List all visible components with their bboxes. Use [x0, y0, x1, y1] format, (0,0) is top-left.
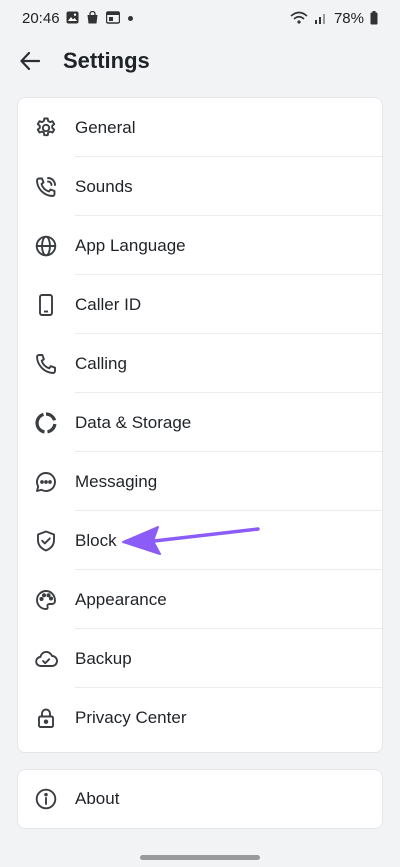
- settings-list: General Sounds App Language Caller ID Ca…: [17, 97, 383, 753]
- status-right: 78%: [290, 10, 378, 27]
- arrow-left-icon: [20, 52, 40, 70]
- cloud-check-icon: [33, 646, 59, 672]
- status-bar: 20:46 78%: [0, 0, 400, 36]
- settings-item-label: App Language: [75, 235, 186, 255]
- settings-item-sounds[interactable]: Sounds: [18, 157, 382, 216]
- settings-item-backup[interactable]: Backup: [18, 629, 382, 688]
- home-indicator[interactable]: [140, 855, 260, 860]
- page-title: Settings: [63, 48, 150, 73]
- phone-icon: [33, 351, 59, 377]
- gallery-icon: [66, 11, 80, 25]
- mobile-phone-icon: [33, 292, 59, 318]
- settings-item-general[interactable]: General: [18, 98, 382, 157]
- info-icon: [33, 786, 59, 812]
- lock-icon: [33, 705, 59, 731]
- media-icon: [105, 11, 120, 25]
- settings-item-appearance[interactable]: Appearance: [18, 570, 382, 629]
- settings-item-label: Backup: [75, 648, 132, 668]
- settings-item-privacy-center[interactable]: Privacy Center: [18, 688, 382, 747]
- settings-item-label: Data & Storage: [75, 412, 192, 432]
- settings-item-label: Messaging: [75, 471, 158, 491]
- settings-item-label: Privacy Center: [75, 707, 187, 727]
- status-time: 20:46: [22, 9, 60, 27]
- about-section: About: [17, 769, 383, 829]
- gear-icon: [33, 115, 59, 141]
- settings-item-label: Caller ID: [75, 294, 142, 314]
- signal-icon: [314, 11, 328, 25]
- settings-item-label: Block: [75, 530, 117, 550]
- settings-item-label: General: [75, 117, 136, 137]
- settings-item-calling[interactable]: Calling: [18, 334, 382, 393]
- app-bar: Settings: [0, 36, 400, 86]
- settings-item-app-language[interactable]: App Language: [18, 216, 382, 275]
- globe-icon: [33, 233, 59, 259]
- annotation-arrow-icon: [120, 520, 262, 560]
- status-left: 20:46: [22, 10, 133, 27]
- settings-item-messaging[interactable]: Messaging: [18, 452, 382, 511]
- phone-ring-icon: [33, 174, 59, 200]
- back-button[interactable]: [16, 47, 44, 75]
- shield-check-icon: [33, 528, 59, 554]
- wifi-icon: [290, 11, 308, 25]
- settings-item-about[interactable]: About: [18, 770, 382, 828]
- chat-bubble-icon: [33, 469, 59, 495]
- battery-percent: 78%: [333, 9, 364, 27]
- donut-icon: [33, 410, 59, 436]
- settings-item-data-storage[interactable]: Data & Storage: [18, 393, 382, 452]
- bag-icon: [86, 11, 100, 25]
- palette-icon: [33, 587, 59, 613]
- settings-item-caller-id[interactable]: Caller ID: [18, 275, 382, 334]
- notification-dot: [127, 15, 133, 21]
- settings-item-label: Appearance: [75, 589, 167, 609]
- settings-item-label: Calling: [75, 353, 127, 373]
- settings-item-label: Sounds: [75, 176, 133, 196]
- battery-icon: [370, 11, 378, 25]
- settings-item-label: About: [75, 789, 120, 808]
